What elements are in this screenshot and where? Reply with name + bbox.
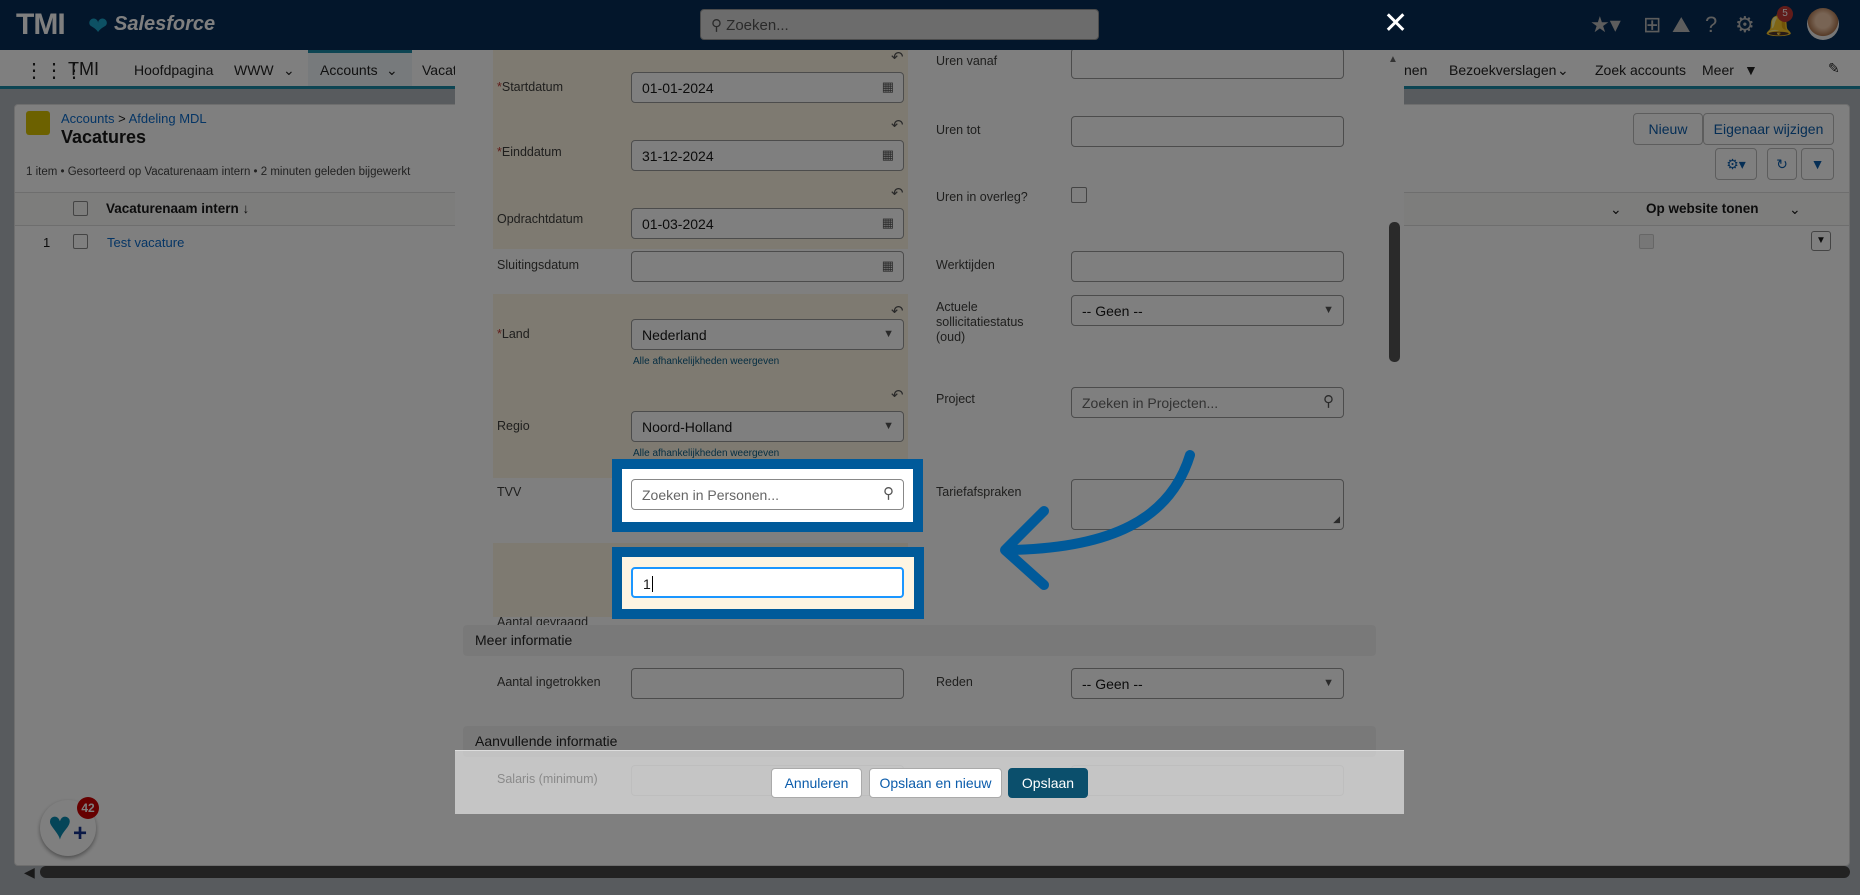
aantal-gevraagd-input[interactable]: 1 [631, 567, 904, 598]
save-button[interactable]: Opslaan [1008, 768, 1088, 798]
label-salaris: Salaris (minimum) [497, 772, 598, 786]
highlight-aantal-gevraagd: 1 [612, 547, 924, 619]
save-and-new-button[interactable]: Opslaan en nieuw [869, 768, 1002, 798]
search-icon: ⚲ [883, 485, 894, 502]
highlight-tvv: Zoeken in Personen... ⚲ [612, 459, 923, 532]
close-modal-icon[interactable]: ✕ [1383, 6, 1408, 41]
tvv-lookup-input[interactable]: Zoeken in Personen... ⚲ [631, 479, 904, 510]
cancel-button[interactable]: Annuleren [771, 768, 862, 798]
